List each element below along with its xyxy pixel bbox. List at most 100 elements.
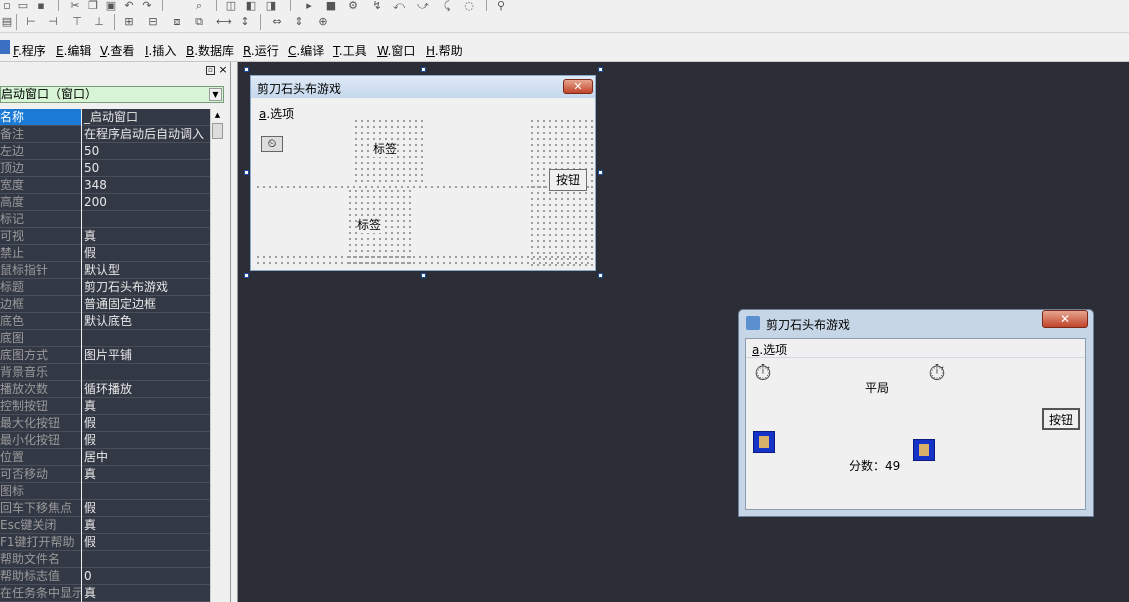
property-value[interactable]: 默认底色 — [82, 313, 210, 330]
property-value[interactable]: 图片平铺 — [82, 347, 210, 364]
runtime-menu-options[interactable]: a.选项 — [752, 341, 787, 358]
resize-handle[interactable] — [598, 273, 603, 278]
property-value[interactable] — [82, 551, 210, 568]
paste-icon[interactable]: ▣ — [104, 0, 118, 12]
same-height-icon[interactable]: ↕ — [238, 16, 252, 28]
design-form[interactable]: 剪刀石头布游戏 ✕ a.选项 ⏲ 标签 按钮 标签 — [250, 75, 596, 271]
property-value[interactable]: 真 — [82, 398, 210, 415]
property-row[interactable]: 备注 在程序启动后自动调入 — [0, 126, 210, 143]
property-row[interactable]: F1键打开帮助假 — [0, 534, 210, 551]
property-value[interactable]: 348 — [82, 177, 210, 194]
width-icon[interactable]: ⇔ — [270, 16, 284, 28]
property-value[interactable]: 假 — [82, 534, 210, 551]
property-row[interactable]: Esc键关闭真 — [0, 517, 210, 534]
property-row[interactable]: 高度 200 — [0, 194, 210, 211]
resize-handle[interactable] — [244, 67, 249, 72]
object-selector[interactable]: 启动窗口（窗口） ▼ — [0, 86, 224, 103]
property-row[interactable]: 可视真 — [0, 228, 210, 245]
panel-close-icon[interactable]: × — [218, 64, 228, 76]
property-row[interactable]: 边框 普通固定边框 — [0, 296, 210, 313]
app-menu-icon[interactable] — [0, 40, 10, 54]
property-value[interactable]: _启动窗口 — [82, 109, 210, 126]
center-h-icon[interactable]: ⊞ — [122, 16, 136, 28]
design-button[interactable]: 按钮 — [549, 169, 587, 191]
menu-view[interactable]: V.查看 — [100, 42, 135, 59]
cut-icon[interactable]: ✂ — [68, 0, 82, 12]
property-row[interactable]: 帮助标志值 0 — [0, 568, 210, 585]
property-row[interactable]: 位置 居中 — [0, 449, 210, 466]
property-value[interactable]: 真 — [82, 585, 210, 602]
find-icon[interactable]: ⌕ — [192, 0, 206, 12]
new-icon[interactable]: ▫ — [0, 0, 14, 12]
picture-box-placeholder[interactable] — [529, 118, 593, 266]
open-icon[interactable]: ▭ — [16, 0, 30, 12]
property-row[interactable]: 顶边 50 — [0, 160, 210, 177]
property-row[interactable]: 标记 — [0, 211, 210, 228]
menu-run[interactable]: R.运行 — [243, 42, 279, 59]
space-v-icon[interactable]: ⧉ — [192, 16, 206, 28]
align-left-icon[interactable]: ⊢ — [24, 16, 38, 28]
resize-handle[interactable] — [244, 170, 249, 175]
property-row[interactable]: 控制按钮真 — [0, 398, 210, 415]
align-bottom-icon[interactable]: ⊥ — [92, 16, 106, 28]
height-icon[interactable]: ⇕ — [292, 16, 306, 28]
property-value[interactable]: 50 — [82, 143, 210, 160]
panel-pin-icon[interactable]: ▫ — [206, 66, 215, 75]
debug5-icon[interactable]: ⤹ — [440, 0, 454, 12]
stop-icon[interactable]: ■ — [324, 0, 338, 12]
property-row[interactable]: 图标 — [0, 483, 210, 500]
property-value[interactable]: 真 — [82, 517, 210, 534]
property-value[interactable]: 0 — [82, 568, 210, 585]
property-row[interactable]: 最小化按钮假 — [0, 432, 210, 449]
debug3-icon[interactable]: ⤺ — [392, 0, 406, 12]
same-width-icon[interactable]: ⟷ — [216, 16, 232, 28]
runtime-button[interactable]: 按钮 — [1042, 408, 1080, 430]
resize-handle[interactable] — [421, 67, 426, 72]
property-row[interactable]: 底图 — [0, 330, 210, 347]
design-label-1[interactable]: 标签 — [373, 140, 398, 157]
property-value[interactable] — [82, 364, 210, 381]
property-value[interactable]: 普通固定边框 — [82, 296, 210, 313]
property-value[interactable]: 真 — [82, 466, 210, 483]
property-row[interactable]: 可否移动真 — [0, 466, 210, 483]
property-value[interactable]: 假 — [82, 432, 210, 449]
menu-window[interactable]: W.窗口 — [377, 42, 415, 59]
align-top-icon[interactable]: ⊤ — [70, 16, 84, 28]
property-value[interactable]: 假 — [82, 245, 210, 262]
run-icon[interactable]: ▸ — [302, 0, 316, 12]
menu-tools[interactable]: T.工具 — [333, 42, 367, 59]
property-value[interactable] — [82, 330, 210, 347]
property-value[interactable]: 真 — [82, 228, 210, 245]
center-v-icon[interactable]: ⊟ — [146, 16, 160, 28]
layout3-icon[interactable]: ◨ — [264, 0, 278, 12]
resize-handle[interactable] — [244, 273, 249, 278]
debug2-icon[interactable]: ↯ — [370, 0, 384, 12]
property-row[interactable]: 播放次数 循环播放 — [0, 381, 210, 398]
property-row[interactable]: 宽度 348 — [0, 177, 210, 194]
menu-program[interactable]: F.程序 — [13, 42, 46, 59]
resize-handle[interactable] — [598, 170, 603, 175]
resize-handle[interactable] — [598, 67, 603, 72]
redo-icon[interactable]: ↷ — [140, 0, 154, 12]
property-row[interactable]: 名称 _启动窗口 — [0, 109, 210, 126]
grid-icon[interactable]: ⊕ — [316, 16, 330, 28]
property-row[interactable]: 标题 剪刀石头布游戏 — [0, 279, 210, 296]
window-icon[interactable]: ▤ — [0, 16, 14, 28]
property-row[interactable]: 左边 50 — [0, 143, 210, 160]
debug4-icon[interactable]: ⤻ — [416, 0, 430, 12]
design-label-2[interactable]: 标签 — [357, 216, 382, 233]
property-value[interactable]: 默认型 — [82, 262, 210, 279]
debug6-icon[interactable]: ◌ — [462, 0, 476, 12]
menu-edit[interactable]: E.编辑 — [56, 42, 91, 59]
property-value[interactable]: 在程序启动后自动调入 — [82, 126, 210, 143]
property-row[interactable]: 禁止假 — [0, 245, 210, 262]
property-value[interactable]: 假 — [82, 500, 210, 517]
property-row[interactable]: 背景音乐 — [0, 364, 210, 381]
copy-icon[interactable]: ❐ — [86, 0, 100, 12]
menu-help[interactable]: H.帮助 — [426, 42, 463, 59]
menu-compile[interactable]: C.编译 — [288, 42, 324, 59]
property-row[interactable]: 底图方式 图片平铺 — [0, 347, 210, 364]
layout2-icon[interactable]: ◧ — [244, 0, 258, 12]
property-row[interactable]: 底色 默认底色 — [0, 313, 210, 330]
property-value[interactable] — [82, 211, 210, 228]
